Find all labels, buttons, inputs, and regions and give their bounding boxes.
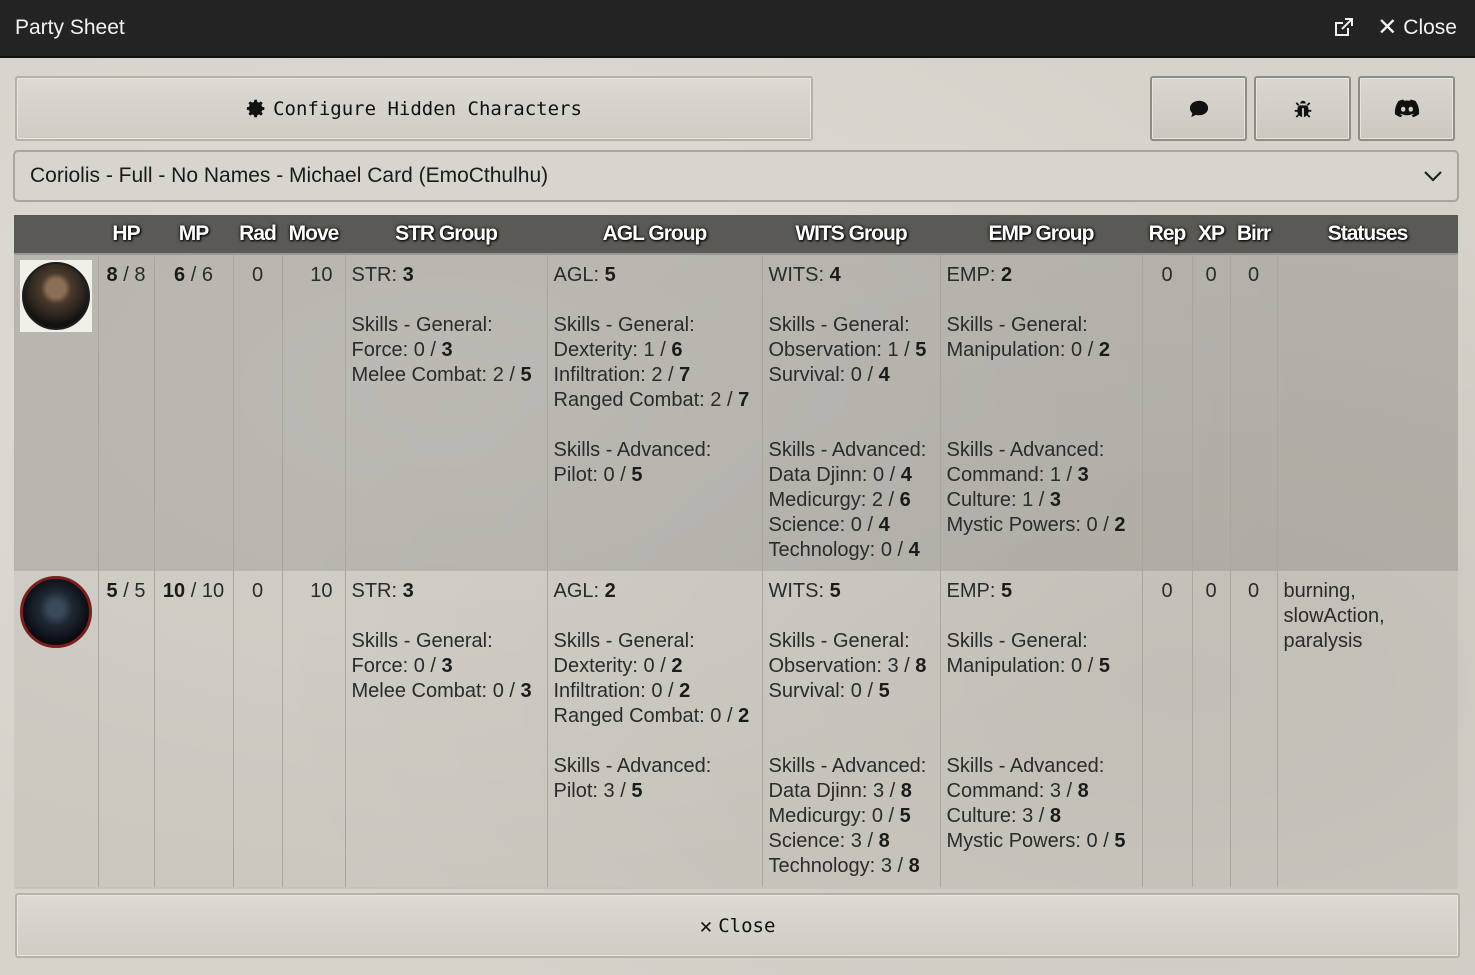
header-mp: MP xyxy=(154,215,233,255)
close-label: Close xyxy=(718,914,776,937)
table-row: 5 / 5 10 / 10 0 10 STR: 3 Skills - Gener… xyxy=(14,571,1458,889)
discord-icon xyxy=(1394,99,1420,119)
rep-cell: 0 xyxy=(1141,571,1192,889)
close-window-label: Close xyxy=(1403,16,1457,39)
emp-group-cell: EMP: 2 Skills - General: Manipulation: 0… xyxy=(939,254,1142,571)
configure-hidden-characters-button[interactable]: Configure Hidden Characters xyxy=(15,76,813,141)
agl-group-cell: AGL: 5 Skills - General: Dexterity: 1 / … xyxy=(546,254,762,571)
party-table: HP MP Rad Move STR Group AGL Group WITS … xyxy=(14,215,1458,889)
mp-cell: 6 / 6 xyxy=(153,254,233,571)
bug-icon xyxy=(1292,98,1314,120)
header-hp: HP xyxy=(98,215,154,255)
table-row: 8 / 8 6 / 6 0 10 STR: 3 Skills - General… xyxy=(14,254,1458,571)
party-sheet-select[interactable]: Coriolis - Full - No Names - Michael Car… xyxy=(13,150,1459,202)
xp-cell: 0 xyxy=(1191,254,1230,571)
birr-cell: 0 xyxy=(1229,254,1277,571)
wits-group-cell: WITS: 5 Skills - General: Observation: 3… xyxy=(761,571,940,889)
character-portrait xyxy=(20,576,92,648)
hp-cell: 8 / 8 xyxy=(97,254,154,571)
rad-cell: 0 xyxy=(232,571,282,889)
wits-group-cell: WITS: 4 Skills - General: Observation: 1… xyxy=(761,254,940,571)
str-group-cell: STR: 3 Skills - General: Force: 0 / 3 Me… xyxy=(344,254,547,571)
rad-cell: 0 xyxy=(232,254,282,571)
agl-group-cell: AGL: 2 Skills - General: Dexterity: 0 / … xyxy=(546,571,762,889)
character-portrait xyxy=(22,262,90,330)
move-cell: 10 xyxy=(281,254,345,571)
birr-cell: 0 xyxy=(1229,571,1277,889)
header-rad: Rad xyxy=(233,215,282,255)
header-birr: Birr xyxy=(1230,215,1277,255)
header-xp: XP xyxy=(1192,215,1230,255)
header-rep: Rep xyxy=(1142,215,1192,255)
header-portrait xyxy=(14,215,98,255)
close-window-button[interactable]: ✕ Close xyxy=(1377,16,1457,40)
close-button[interactable]: ✕ Close xyxy=(15,893,1460,958)
popout-icon[interactable] xyxy=(1331,16,1355,40)
discord-button[interactable] xyxy=(1358,76,1455,141)
header-wits-group: WITS Group xyxy=(762,215,940,255)
close-icon: ✕ xyxy=(1377,14,1398,41)
str-group-cell: STR: 3 Skills - General: Force: 0 / 3 Me… xyxy=(344,571,547,889)
header-str-group: STR Group xyxy=(345,215,547,255)
statuses-cell: burning, slowAction, paralysis xyxy=(1276,571,1458,889)
window-titlebar: Party Sheet ✕ Close xyxy=(0,0,1475,58)
bug-report-button[interactable] xyxy=(1254,76,1351,141)
rep-cell: 0 xyxy=(1141,254,1192,571)
avatar[interactable] xyxy=(20,576,92,648)
mp-cell: 10 / 10 xyxy=(153,571,233,889)
chevron-down-icon xyxy=(1423,170,1443,182)
header-move: Move xyxy=(282,215,345,255)
header-agl-group: AGL Group xyxy=(547,215,762,255)
table-header-row: HP MP Rad Move STR Group AGL Group WITS … xyxy=(14,215,1458,255)
xp-cell: 0 xyxy=(1191,571,1230,889)
portrait-cell xyxy=(14,571,98,889)
header-emp-group: EMP Group xyxy=(940,215,1142,255)
gear-icon xyxy=(246,98,267,119)
emp-group-cell: EMP: 5 Skills - General: Manipulation: 0… xyxy=(939,571,1142,889)
window-title: Party Sheet xyxy=(15,16,125,39)
chat-button[interactable] xyxy=(1150,76,1247,141)
close-icon: ✕ xyxy=(699,913,713,938)
configure-label: Configure Hidden Characters xyxy=(273,97,582,120)
hp-cell: 5 / 5 xyxy=(97,571,154,889)
statuses-cell xyxy=(1276,254,1458,571)
move-cell: 10 xyxy=(281,571,345,889)
party-sheet-select-value: Coriolis - Full - No Names - Michael Car… xyxy=(30,164,549,187)
portrait-cell xyxy=(14,254,98,571)
avatar[interactable] xyxy=(20,260,92,332)
header-statuses: Statuses xyxy=(1277,215,1458,255)
comment-icon xyxy=(1188,99,1210,119)
